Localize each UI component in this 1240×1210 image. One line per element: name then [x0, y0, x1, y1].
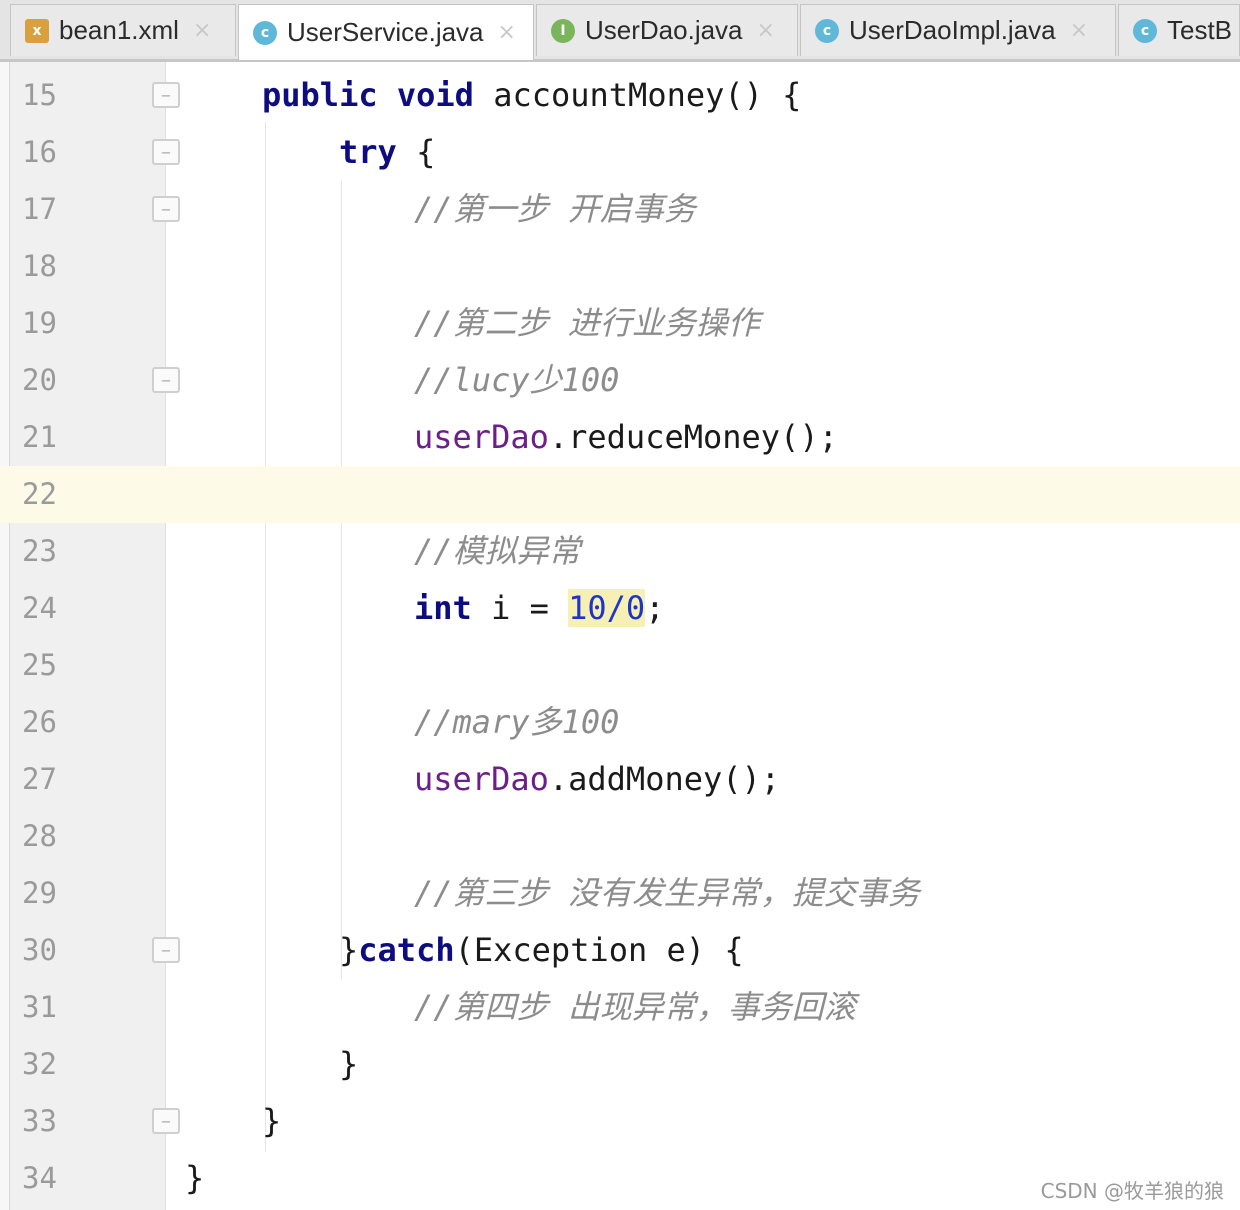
- method-signature: accountMoney() {: [473, 76, 802, 114]
- code-line[interactable]: 15 − public void accountMoney() {: [0, 67, 1240, 124]
- code-punct: }: [339, 931, 359, 969]
- tab-bean1-xml[interactable]: x bean1.xml ×: [10, 4, 236, 56]
- line-number: 24: [22, 591, 57, 625]
- code-punct: {: [396, 133, 436, 171]
- fold-icon[interactable]: −: [152, 937, 180, 963]
- code-punct: }: [185, 1159, 205, 1197]
- line-number: 27: [22, 762, 57, 796]
- code-line[interactable]: 27 userDao.addMoney();: [0, 751, 1240, 808]
- keyword: try: [339, 133, 397, 171]
- code-line[interactable]: 24 int i = 10/0;: [0, 580, 1240, 637]
- code-line[interactable]: 23 //模拟异常: [0, 523, 1240, 580]
- code-comment: //第三步 没有发生异常，提交事务: [414, 874, 920, 912]
- class-icon: c: [1133, 18, 1157, 43]
- fold-icon[interactable]: −: [152, 139, 180, 165]
- code-punct: ;: [645, 589, 665, 627]
- tab-userdaoimpl-java[interactable]: c UserDaoImpl.java ×: [800, 4, 1116, 56]
- close-icon[interactable]: ×: [757, 18, 775, 43]
- line-number: 34: [22, 1161, 57, 1195]
- tab-label: UserDao.java: [585, 15, 743, 45]
- code-text: userDao.reduceMoney();: [414, 409, 838, 466]
- tab-testb[interactable]: c TestB: [1118, 4, 1240, 56]
- method-call: .reduceMoney();: [548, 418, 838, 456]
- tab-label: TestB: [1167, 15, 1233, 45]
- keyword: public: [262, 76, 378, 114]
- close-icon[interactable]: ×: [1070, 18, 1088, 43]
- watermark: CSDN @牧羊狼的狼: [1040, 1179, 1224, 1203]
- code-text: try {: [339, 124, 435, 181]
- line-number: 31: [22, 990, 57, 1024]
- keyword: void: [396, 76, 474, 114]
- close-icon[interactable]: ×: [193, 18, 211, 43]
- line-number: 33: [22, 1104, 57, 1138]
- xml-file-icon: x: [25, 18, 49, 43]
- code-punct: }: [262, 1102, 282, 1140]
- line-number: 21: [22, 420, 57, 454]
- code-line[interactable]: 28: [0, 808, 1240, 865]
- code-line[interactable]: 25: [0, 637, 1240, 694]
- highlighted-expression[interactable]: 10/0: [568, 589, 646, 627]
- tab-userdao-java[interactable]: I UserDao.java ×: [536, 4, 798, 56]
- line-number: 29: [22, 876, 57, 910]
- code-assignment: i =: [471, 589, 569, 627]
- keyword: catch: [358, 931, 455, 969]
- line-number: 18: [22, 249, 57, 283]
- line-number: 16: [22, 135, 57, 169]
- code-line[interactable]: 33 − }: [0, 1093, 1240, 1150]
- method-call: .addMoney();: [548, 760, 781, 798]
- line-number: 30: [22, 933, 57, 967]
- code-line[interactable]: 18: [0, 238, 1240, 295]
- fold-icon[interactable]: −: [152, 82, 180, 108]
- current-code-line[interactable]: 22: [0, 466, 1240, 523]
- line-number: 17: [22, 192, 57, 226]
- class-icon: c: [815, 18, 839, 43]
- code-text: }catch(Exception e) {: [339, 922, 744, 979]
- code-comment: //mary多100: [414, 703, 620, 741]
- line-number: 22: [22, 477, 57, 511]
- line-number: 28: [22, 819, 57, 853]
- class-icon: c: [253, 20, 277, 45]
- code-comment: //第二步 进行业务操作: [414, 304, 760, 342]
- code-text: public void accountMoney() {: [262, 67, 801, 124]
- code-line[interactable]: 30 − }catch(Exception e) {: [0, 922, 1240, 979]
- code-comment: //第四步 出现异常，事务回滚: [414, 988, 856, 1026]
- line-number: 25: [22, 648, 57, 682]
- code-line[interactable]: 19 //第二步 进行业务操作: [0, 295, 1240, 352]
- code-punct: }: [339, 1045, 359, 1083]
- tab-userservice-java[interactable]: c UserService.java ×: [238, 4, 534, 60]
- tab-label: UserDaoImpl.java: [849, 15, 1056, 45]
- tab-label: bean1.xml: [59, 15, 179, 45]
- code-comment: //第一步 开启事务: [414, 190, 696, 228]
- code-line[interactable]: 16 − try {: [0, 124, 1240, 181]
- code-line[interactable]: 29 //第三步 没有发生异常，提交事务: [0, 865, 1240, 922]
- line-number: 23: [22, 534, 57, 568]
- code-line[interactable]: 17 − //第一步 开启事务: [0, 181, 1240, 238]
- line-number: 32: [22, 1047, 57, 1081]
- line-number: 19: [22, 306, 57, 340]
- code-editor[interactable]: 15 − public void accountMoney() { 16 − t…: [0, 62, 1240, 1210]
- line-number: 26: [22, 705, 57, 739]
- code-line[interactable]: 31 //第四步 出现异常，事务回滚: [0, 979, 1240, 1036]
- fold-icon[interactable]: −: [152, 196, 180, 222]
- code-line[interactable]: 32 }: [0, 1036, 1240, 1093]
- catch-clause: (Exception e) {: [454, 931, 744, 969]
- fold-icon[interactable]: −: [152, 1108, 180, 1134]
- code-comment: //lucy少100: [414, 361, 620, 399]
- tab-label: UserService.java: [287, 17, 484, 47]
- line-number: 20: [22, 363, 57, 397]
- field-reference: userDao: [414, 418, 549, 456]
- code-line[interactable]: 20 − //lucy少100: [0, 352, 1240, 409]
- code-text: userDao.addMoney();: [414, 751, 780, 808]
- editor-tab-bar: x bean1.xml × c UserService.java × I Use…: [0, 0, 1240, 62]
- close-icon[interactable]: ×: [498, 20, 516, 45]
- code-line[interactable]: 26 //mary多100: [0, 694, 1240, 751]
- line-number: 15: [22, 78, 57, 112]
- fold-icon[interactable]: −: [152, 367, 180, 393]
- field-reference: userDao: [414, 760, 549, 798]
- code-text: int i = 10/0;: [414, 580, 664, 637]
- keyword: int: [414, 589, 472, 627]
- code-line[interactable]: 21 userDao.reduceMoney();: [0, 409, 1240, 466]
- code-comment: //模拟异常: [414, 532, 581, 570]
- interface-icon: I: [551, 18, 575, 43]
